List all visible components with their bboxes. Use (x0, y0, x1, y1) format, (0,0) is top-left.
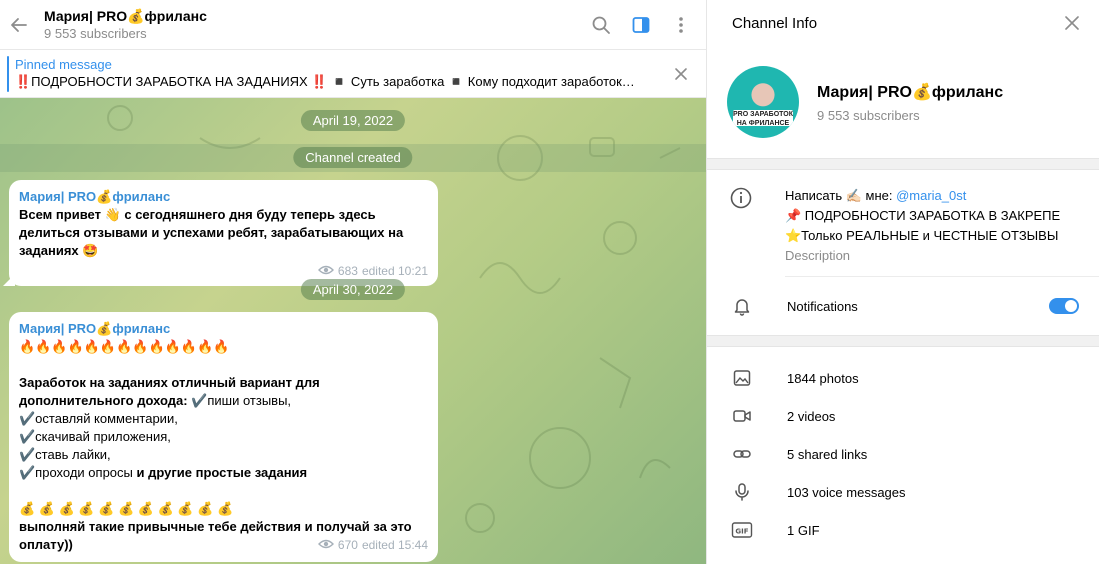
gif-icon: GIF (731, 519, 753, 541)
message-bubble[interactable]: Мария| PRO💰фриланс 🔥🔥🔥🔥🔥🔥🔥🔥🔥🔥🔥🔥🔥 Заработ… (9, 312, 438, 562)
channel-name: Мария| PRO💰фриланс (817, 83, 1004, 101)
message-author[interactable]: Мария| PRO💰фриланс (19, 188, 428, 206)
avatar[interactable]: PRO ЗАРАБОТОК НА ФРИЛАНСЕ (727, 66, 799, 138)
media-row-photos[interactable]: 1844 photos (707, 359, 1099, 397)
media-row-gif[interactable]: GIF 1 GIF (707, 511, 1099, 549)
list-item: ✔️проходи опросы (19, 465, 133, 480)
message-bubble[interactable]: Мария| PRO💰фриланс Всем привет 👋 с сегод… (3, 180, 438, 286)
more-vertical-icon[interactable] (666, 10, 696, 40)
svg-text:GIF: GIF (735, 528, 748, 536)
message-meta: 670 edited 15:44 (19, 536, 428, 554)
list-item: ✔️пиши отзывы, (191, 393, 292, 408)
description-row: Написать ✍🏻 мне: @maria_0st 📌 ПОДРОБНОСТ… (707, 170, 1099, 276)
views-count: 670 (337, 538, 358, 552)
list-item-last: ✔️проходи опросы и другие простые задани… (19, 464, 428, 482)
avatar-caption: PRO ЗАРАБОТОК НА ФРИЛАНСЕ (733, 110, 793, 127)
service-message: Channel created (293, 147, 413, 168)
message-meta: 683 edited 10:21 (19, 262, 428, 280)
description-line: Написать ✍🏻 мне: @maria_0st (785, 186, 1060, 206)
telegram-window: Мария| PRO💰фриланс 9 553 subscribers Pin… (0, 0, 1099, 564)
media-label: 103 voice messages (787, 484, 906, 500)
description-label: Description (785, 248, 851, 263)
fire-emoji-row: 🔥🔥🔥🔥🔥🔥🔥🔥🔥🔥🔥🔥🔥 (19, 339, 230, 354)
chat-panel: Мария| PRO💰фриланс 9 553 subscribers Pin… (0, 0, 707, 564)
chat-subtitle: 9 553 subscribers (44, 25, 147, 41)
section-separator (707, 335, 1099, 347)
sidebar-toggle-icon[interactable] (626, 10, 656, 40)
message-list[interactable]: April 19, 2022 Channel created Мария| PR… (0, 98, 706, 564)
shared-media-list: 1844 photos 2 videos 5 shared links 103 … (707, 347, 1099, 549)
username-link[interactable]: @maria_0st (896, 188, 966, 203)
info-header: Channel Info (707, 0, 1099, 46)
media-label: 1844 photos (787, 370, 859, 386)
description-text: Написать ✍🏻 мне: @maria_0st 📌 ПОДРОБНОСТ… (753, 186, 1060, 266)
list-item: ✔️скачивай приложения, (19, 429, 171, 444)
media-row-links[interactable]: 5 shared links (707, 435, 1099, 473)
media-row-videos[interactable]: 2 videos (707, 397, 1099, 435)
search-icon[interactable] (586, 10, 616, 40)
description-prefix: Написать ✍🏻 мне: (785, 188, 897, 203)
message-author[interactable]: Мария| PRO💰фриланс (19, 320, 428, 338)
date-separator: April 19, 2022 (300, 110, 406, 131)
views-count: 683 (337, 264, 358, 278)
close-icon[interactable] (666, 59, 696, 89)
money-emoji-row: 💰 💰 💰 💰 💰 💰 💰 💰 💰 💰 💰 (19, 501, 234, 516)
message-text: Заработок на заданиях отличный вариант д… (19, 374, 428, 410)
link-icon (731, 443, 753, 465)
info-title: Channel Info (732, 14, 818, 32)
notifications-label: Notifications (787, 298, 858, 314)
message-time: edited 10:21 (361, 264, 428, 278)
toggle-knob (1065, 300, 1077, 312)
profile-block: PRO ЗАРАБОТОК НА ФРИЛАНСЕ Мария| PRO💰фри… (707, 46, 1099, 158)
section-separator (707, 158, 1099, 170)
chat-title-block[interactable]: Мария| PRO💰фриланс 9 553 subscribers (38, 7, 586, 43)
views-eye-icon (317, 262, 334, 280)
views-eye-icon (317, 536, 334, 554)
list-item: ✔️оставляй комментарии, (19, 411, 178, 426)
pinned-preview: ‼️ПОДРОБНОСТИ ЗАРАБОТКА НА ЗАДАНИЯХ ‼️ ◾… (15, 73, 635, 89)
chat-title: Мария| PRO💰фриланс (44, 7, 207, 24)
media-label: 5 shared links (787, 446, 868, 462)
photo-icon (731, 367, 753, 389)
header-actions (586, 10, 706, 40)
channel-info-panel: Channel Info PRO ЗАРАБОТОК НА ФРИЛАНСЕ М… (707, 0, 1099, 564)
list-item: ✔️ставь лайки, (19, 447, 111, 462)
video-icon (731, 405, 753, 427)
info-circle-icon (729, 186, 753, 210)
message-time: edited 15:44 (361, 538, 428, 552)
pinned-message-bar[interactable]: Pinned message ‼️ПОДРОБНОСТИ ЗАРАБОТКА Н… (0, 50, 706, 98)
media-label: 2 videos (787, 408, 836, 424)
description-line: 📌 ПОДРОБНОСТИ ЗАРАБОТКА В ЗАКРЕПЕ (785, 208, 1061, 223)
chat-header: Мария| PRO💰фриланс 9 553 subscribers (0, 0, 706, 50)
media-label: 1 GIF (787, 522, 820, 538)
close-icon[interactable] (1061, 12, 1083, 34)
microphone-icon (731, 481, 753, 503)
media-row-voice[interactable]: 103 voice messages (707, 473, 1099, 511)
profile-text: Мария| PRO💰фриланс 9 553 subscribers (799, 82, 1003, 123)
list-item-bold-tail: и другие простые задания (132, 465, 308, 480)
notifications-toggle[interactable] (1049, 298, 1079, 314)
pinned-label: Pinned message (15, 56, 112, 72)
back-arrow-icon[interactable] (0, 0, 38, 50)
date-separator: April 30, 2022 (300, 279, 406, 300)
bell-icon (731, 295, 753, 317)
description-line: ⭐️Только РЕАЛЬНЫЕ и ЧЕСТНЫЕ ОТЗЫВЫ (785, 228, 1059, 243)
channel-subscribers: 9 553 subscribers (817, 107, 920, 123)
pinned-text-block: Pinned message ‼️ПОДРОБНОСТИ ЗАРАБОТКА Н… (9, 57, 666, 91)
message-text: Всем привет 👋 с сегодняшнего дня буду те… (19, 207, 407, 258)
notifications-row[interactable]: Notifications (707, 277, 1099, 335)
